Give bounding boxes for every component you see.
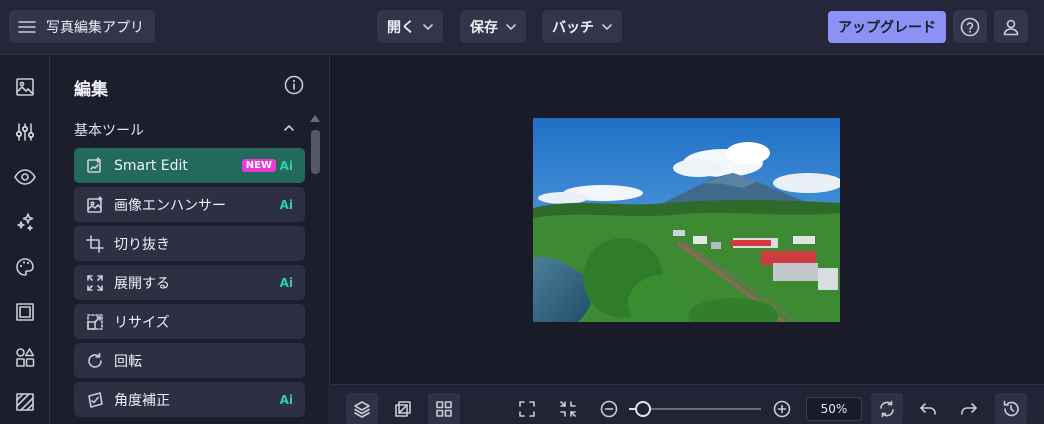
help-icon [960, 17, 980, 37]
history-button[interactable] [995, 393, 1027, 424]
hamburger-icon [18, 20, 36, 34]
undo-icon [919, 400, 937, 418]
scrollbar-thumb[interactable] [311, 130, 320, 174]
rail-item-effects[interactable] [0, 202, 50, 242]
sliders-icon [15, 122, 35, 142]
account-button[interactable] [994, 10, 1028, 43]
chevron-up-icon [283, 124, 295, 132]
compare-button[interactable] [387, 393, 419, 424]
batch-menu-label: バッチ [552, 19, 594, 36]
chevron-down-icon [506, 23, 516, 30]
zoom-in-button[interactable] [766, 393, 798, 424]
sparkle-icon [15, 212, 35, 232]
image-icon [15, 77, 35, 97]
rail-item-shapes[interactable] [0, 337, 50, 377]
tool-straighten[interactable]: 角度補正 Ai [74, 382, 305, 417]
panel-title: 編集 [74, 80, 108, 100]
zoom-in-icon [773, 400, 791, 418]
crop-icon [86, 234, 104, 253]
tool-smart-edit[interactable]: Smart Edit NEW Ai [74, 148, 305, 183]
user-icon [1002, 18, 1020, 36]
batch-menu-button[interactable]: バッチ [542, 10, 622, 43]
zoom-out-button[interactable] [593, 393, 625, 424]
rail-item-texture[interactable] [0, 382, 50, 422]
tool-label: 切り抜き [114, 236, 170, 253]
grid-icon [435, 400, 453, 418]
section-basic-tools: 基本ツール [74, 123, 144, 139]
rail-item-view[interactable] [0, 157, 50, 197]
zoom-level[interactable]: 50% [806, 397, 862, 421]
app-title: 写真編集アプリ [46, 19, 144, 36]
save-menu-label: 保存 [470, 19, 498, 36]
shapes-icon [15, 347, 35, 367]
tool-label: 回転 [114, 353, 142, 370]
redo-button[interactable] [953, 393, 985, 424]
zoom-slider-handle[interactable] [635, 401, 651, 417]
layers-button[interactable] [346, 393, 378, 424]
history-icon [1002, 400, 1020, 418]
tool-rail [0, 56, 50, 424]
info-icon [284, 75, 304, 95]
expand-icon [86, 274, 104, 292]
fullscreen-button[interactable] [511, 393, 543, 424]
tool-label: 展開する [114, 275, 170, 292]
eye-icon [14, 169, 36, 185]
rotate-icon [86, 352, 104, 370]
palette-icon [15, 257, 35, 277]
scroll-up-arrow[interactable] [310, 115, 320, 122]
top-bar: 写真編集アプリ 開く 保存 バッチ アップグレード [0, 0, 1044, 55]
upgrade-button[interactable]: アップグレード [828, 11, 946, 43]
zoom-out-icon [600, 400, 618, 418]
frame-icon [15, 302, 35, 322]
rail-item-image[interactable] [0, 67, 50, 107]
texture-icon [15, 392, 35, 412]
refresh-icon [878, 400, 896, 418]
open-menu-label: 開く [387, 19, 415, 36]
resize-icon [86, 313, 104, 331]
collapse-section-button[interactable] [283, 124, 295, 132]
tool-label: 角度補正 [114, 392, 170, 409]
tool-resize[interactable]: リサイズ [74, 304, 305, 339]
fullscreen-icon [518, 400, 536, 418]
save-menu-button[interactable]: 保存 [460, 10, 526, 43]
ai-badge: Ai [279, 197, 293, 212]
compare-icon [394, 400, 412, 418]
tool-label: 画像エンハンサー [114, 197, 226, 214]
redo-icon [960, 400, 978, 418]
layers-icon [353, 400, 371, 418]
open-menu-button[interactable]: 開く [377, 10, 443, 43]
smart-edit-icon [86, 156, 104, 175]
rail-item-paint[interactable] [0, 247, 50, 287]
landscape-photo[interactable] [533, 118, 840, 322]
enhancer-icon [86, 195, 104, 214]
grid-view-button[interactable] [428, 393, 460, 424]
info-button[interactable] [284, 75, 304, 95]
tool-label: Smart Edit [114, 157, 188, 174]
undo-button[interactable] [912, 393, 944, 424]
straighten-icon [86, 391, 104, 409]
help-button[interactable] [953, 10, 987, 43]
ai-badge: Ai [279, 275, 293, 290]
app-menu-button[interactable]: 写真編集アプリ [9, 10, 155, 43]
ai-badge: Ai [279, 392, 293, 407]
ai-badge: Ai [279, 158, 293, 173]
chevron-down-icon [602, 23, 612, 30]
zoom-slider-track[interactable] [643, 408, 761, 410]
tool-crop[interactable]: 切り抜き [74, 226, 305, 261]
fit-to-screen-button[interactable] [552, 393, 584, 424]
bottom-toolbar: 50% [331, 384, 1044, 424]
tool-label: リサイズ [114, 314, 170, 331]
tool-expand[interactable]: 展開する Ai [74, 265, 305, 300]
rail-item-adjust[interactable] [0, 112, 50, 152]
reset-button[interactable] [871, 393, 903, 424]
tool-rotate[interactable]: 回転 [74, 343, 305, 378]
image-canvas[interactable] [331, 56, 1044, 384]
rail-item-frame[interactable] [0, 292, 50, 332]
tool-image-enhancer[interactable]: 画像エンハンサー Ai [74, 187, 305, 222]
new-badge: NEW [241, 159, 276, 172]
chevron-down-icon [423, 23, 433, 30]
shrink-icon [559, 400, 577, 418]
edit-panel: 編集 基本ツール Smart Edit NEW Ai 画像エンハンサー Ai 切… [51, 56, 330, 424]
